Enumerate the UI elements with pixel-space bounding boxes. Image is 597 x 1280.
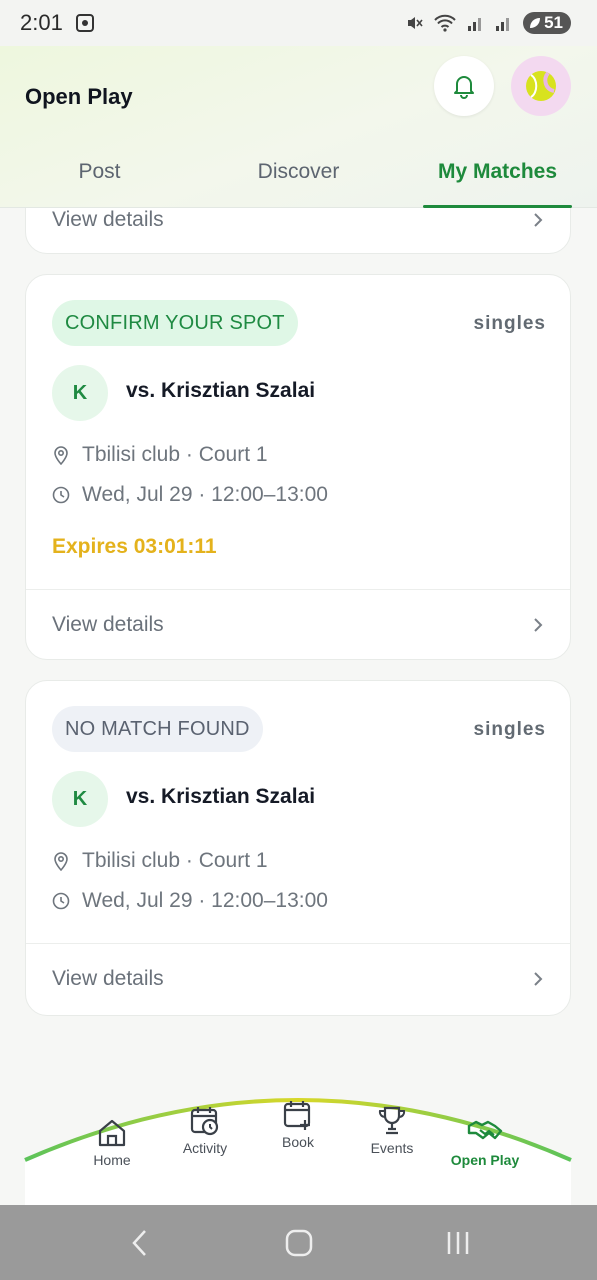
nav-activity[interactable]: Activity xyxy=(165,1104,245,1156)
opponent-name: vs. Krisztian Szalai xyxy=(126,785,316,808)
nav-events[interactable]: Events xyxy=(352,1104,432,1156)
battery-indicator: 51 xyxy=(523,12,571,34)
match-card: CONFIRM YOUR SPOT singles K vs. Krisztia… xyxy=(25,274,571,660)
page-title: Open Play xyxy=(25,84,133,109)
opponent-avatar: K xyxy=(52,365,108,421)
opponent-name: vs. Krisztian Szalai xyxy=(126,379,316,402)
signal-icon xyxy=(468,18,482,31)
nav-home[interactable]: Home xyxy=(72,1116,152,1168)
leaf-icon xyxy=(530,18,541,28)
view-details-label: View details xyxy=(52,613,164,636)
nav-book[interactable]: Book xyxy=(258,1098,338,1150)
view-details-button[interactable]: View details xyxy=(26,208,570,255)
datetime-text: Wed, Jul 29 · 12:00–13:00 xyxy=(82,483,328,506)
home-circle-icon xyxy=(285,1229,312,1256)
status-badge: CONFIRM YOUR SPOT xyxy=(52,300,298,346)
tennis-ball-avatar-icon xyxy=(526,71,556,101)
clock-icon xyxy=(52,486,70,504)
datetime-text: Wed, Jul 29 · 12:00–13:00 xyxy=(82,889,328,912)
datetime-row: Wed, Jul 29 · 12:00–13:00 xyxy=(52,889,328,913)
opponent-avatar: K xyxy=(52,771,108,827)
calendar-plus-icon xyxy=(283,1101,311,1130)
match-type: singles xyxy=(473,719,546,740)
recents-icon xyxy=(447,1231,468,1254)
clock-icon xyxy=(52,892,70,910)
system-home-button[interactable] xyxy=(269,1213,329,1273)
view-details-label: View details xyxy=(52,208,164,231)
battery-level: 51 xyxy=(544,13,563,32)
system-recents-button[interactable] xyxy=(428,1213,488,1273)
screenshot-icon xyxy=(75,14,94,32)
notifications-button[interactable] xyxy=(434,56,494,116)
location-pin-icon xyxy=(54,446,68,465)
trophy-icon xyxy=(378,1106,406,1135)
match-card-partial: View details xyxy=(25,208,571,254)
bottom-nav: Home Activity Book Events Open Play xyxy=(0,1070,597,1205)
app-header: Open Play Post Discover My Matches xyxy=(0,46,597,208)
location-text: Tbilisi club · Court 1 xyxy=(82,443,268,466)
nav-events-label: Events xyxy=(370,1140,414,1156)
tab-discover[interactable]: Discover xyxy=(199,146,398,208)
chevron-right-icon xyxy=(534,972,543,986)
chevron-right-icon xyxy=(534,618,543,632)
home-icon xyxy=(98,1119,126,1147)
signal-icon-2 xyxy=(496,18,510,31)
handshake-icon xyxy=(467,1120,503,1140)
match-card: NO MATCH FOUND singles K vs. Krisztian S… xyxy=(25,680,571,1016)
expires-countdown: Expires 03:01:11 xyxy=(52,535,217,558)
datetime-row: Wed, Jul 29 · 12:00–13:00 xyxy=(52,483,328,507)
nav-open-play-label: Open Play xyxy=(450,1152,520,1168)
nav-home-label: Home xyxy=(93,1152,131,1168)
status-bar: 2:01 51 xyxy=(0,0,597,46)
profile-avatar-button[interactable] xyxy=(511,56,571,116)
view-details-label: View details xyxy=(52,967,164,990)
location-pin-icon xyxy=(54,852,68,871)
system-back-button[interactable] xyxy=(110,1213,170,1273)
mute-icon xyxy=(408,17,423,29)
view-details-button[interactable]: View details xyxy=(26,944,570,1014)
location-row: Tbilisi club · Court 1 xyxy=(52,443,268,467)
nav-activity-label: Activity xyxy=(182,1140,228,1156)
chevron-right-icon xyxy=(534,213,543,227)
view-details-button[interactable]: View details xyxy=(26,590,570,660)
back-chevron-icon xyxy=(131,1229,146,1256)
nav-book-label: Book xyxy=(282,1134,314,1150)
wifi-icon xyxy=(434,14,456,32)
tab-post[interactable]: Post xyxy=(0,146,199,208)
tab-my-matches[interactable]: My Matches xyxy=(398,146,597,208)
bell-icon xyxy=(454,76,474,99)
matches-list[interactable]: View details CONFIRM YOUR SPOT singles K… xyxy=(0,208,597,1098)
status-time: 2:01 xyxy=(20,10,63,35)
location-row: Tbilisi club · Court 1 xyxy=(52,849,268,873)
status-badge: NO MATCH FOUND xyxy=(52,706,263,752)
tab-bar: Post Discover My Matches xyxy=(0,146,597,208)
nav-open-play[interactable]: Open Play xyxy=(445,1116,525,1168)
location-text: Tbilisi club · Court 1 xyxy=(82,849,268,872)
calendar-clock-icon xyxy=(190,1107,219,1136)
match-type: singles xyxy=(473,313,546,334)
system-nav-bar xyxy=(0,1205,597,1280)
